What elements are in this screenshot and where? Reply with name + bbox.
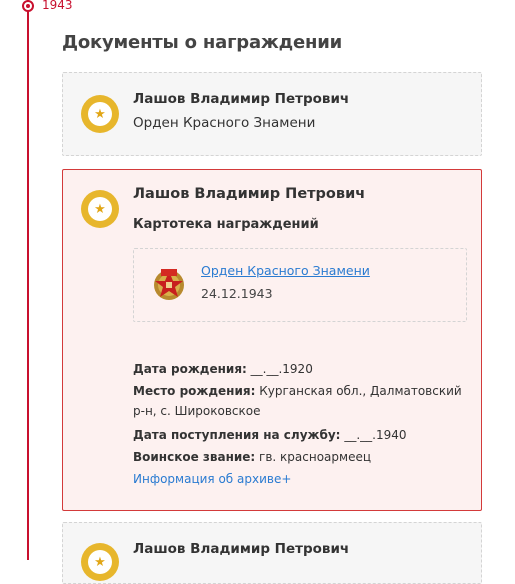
- medal-star-icon: ★: [81, 95, 119, 133]
- order-card: Орден Красного Знамени 24.12.1943: [133, 248, 467, 322]
- rank-value: гв. красноармеец: [259, 450, 372, 464]
- award-title: Орден Красного Знамени: [133, 115, 316, 131]
- timeline-line: [27, 0, 29, 560]
- card-subtitle: Картотека награждений: [133, 217, 319, 232]
- birth-place-label: Место рождения:: [133, 384, 256, 398]
- rank-row: Воинское звание: гв. красноармеец: [133, 446, 468, 468]
- person-name: Лашов Владимир Петрович: [133, 541, 350, 557]
- person-name: Лашов Владимир Петрович: [133, 186, 366, 202]
- order-red-banner-icon: [154, 269, 184, 300]
- birth-date-value: __.__.1920: [250, 362, 313, 376]
- medal-star-icon: ★: [81, 190, 119, 228]
- medal-star-icon: ★: [81, 543, 119, 581]
- award-card[interactable]: ★ Лашов Владимир Петрович: [62, 522, 482, 584]
- service-date-row: Дата поступления на службу: __.__.1940: [133, 424, 468, 446]
- archive-info-link[interactable]: Информация об архиве+: [133, 472, 291, 486]
- birth-date-row: Дата рождения: __.__.1920: [133, 358, 468, 380]
- award-card-selected[interactable]: ★ Лашов Владимир Петрович Картотека нагр…: [62, 169, 482, 511]
- person-name: Лашов Владимир Петрович: [133, 91, 350, 107]
- order-link[interactable]: Орден Красного Знамени: [201, 263, 370, 278]
- service-date-label: Дата поступления на службу:: [133, 428, 341, 442]
- service-date-value: __.__.1940: [344, 428, 407, 442]
- award-card[interactable]: ★ Лашов Владимир Петрович Орден Красного…: [62, 72, 482, 156]
- order-date: 24.12.1943: [201, 286, 273, 301]
- timeline-year: 1943: [42, 0, 73, 12]
- rank-label: Воинское звание:: [133, 450, 256, 464]
- section-title: Документы о награждении: [62, 32, 343, 53]
- birth-date-label: Дата рождения:: [133, 362, 247, 376]
- person-details: Дата рождения: __.__.1920 Место рождения…: [133, 358, 468, 490]
- birth-place-row: Место рождения: Курганская обл., Далмато…: [133, 381, 468, 421]
- timeline-dot: [22, 0, 34, 12]
